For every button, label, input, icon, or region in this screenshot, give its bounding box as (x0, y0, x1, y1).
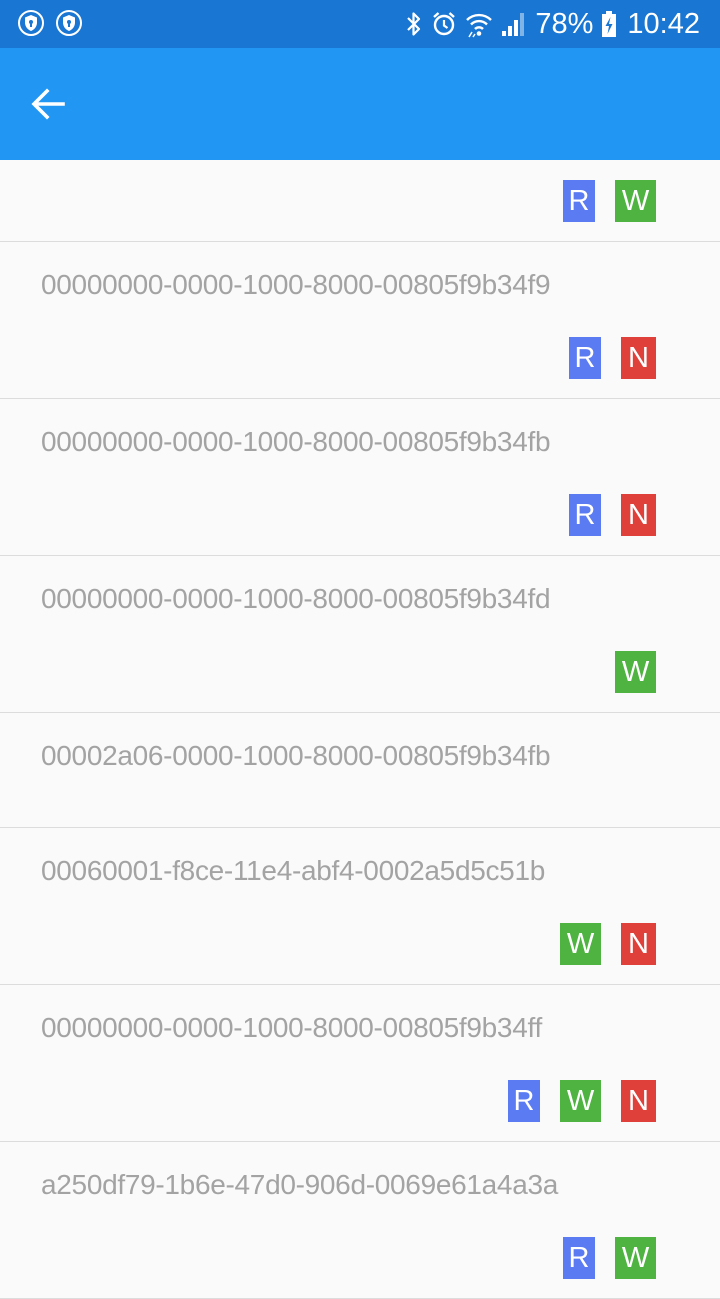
characteristic-uuid: 00060001-f8ce-11e4-abf4-0002a5d5c51b (41, 855, 546, 886)
list-item[interactable]: 00002a06-0000-1000-8000-00805f9b34fb (0, 713, 720, 828)
notify-badge: N (621, 494, 656, 536)
list-item[interactable]: 00000000-0000-1000-8000-00805f9b34ff R W N (0, 985, 720, 1142)
property-badges: RWN (508, 1080, 656, 1122)
battery-charging-icon (602, 11, 617, 37)
characteristic-uuid: 00002a06-0000-1000-8000-00805f9b34fb (41, 740, 551, 771)
read-badge: R (563, 1237, 595, 1279)
shield-icon (18, 10, 44, 36)
list-item[interactable]: RW (0, 160, 720, 242)
notify-badge: N (621, 923, 656, 965)
characteristic-uuid: 00000000-0000-1000-8000-00805f9b34fd (41, 583, 551, 614)
characteristic-list: R W 00000000-0000-1000-8000-00805f9b34f9 R N… (0, 160, 720, 1299)
wifi-icon (466, 13, 493, 38)
status-left-icons (18, 10, 82, 36)
write-badge: W (615, 1237, 656, 1279)
list-item[interactable]: 00000000-0000-1000-8000-00805f9b34f9 R N (0, 242, 720, 399)
back-button[interactable] (20, 76, 76, 132)
signal-icon (502, 13, 525, 36)
read-badge: R (563, 180, 595, 222)
property-badges: RW (563, 180, 656, 222)
property-badges: WN (560, 923, 656, 965)
read-badge: R (569, 494, 601, 536)
notify-badge: N (621, 337, 656, 379)
list-item[interactable]: 00060001-f8ce-11e4-abf4-0002a5d5c51b W N (0, 828, 720, 985)
app-bar (0, 48, 720, 160)
notify-badge: N (621, 1080, 656, 1122)
characteristic-uuid: 00000000-0000-1000-8000-00805f9b34ff (41, 1012, 542, 1043)
write-badge: W (615, 180, 656, 222)
read-badge: R (508, 1080, 540, 1122)
write-badge: W (560, 1080, 601, 1122)
property-badges: RN (569, 494, 656, 536)
list-item[interactable]: 00000000-0000-1000-8000-00805f9b34fb R N (0, 399, 720, 556)
characteristic-uuid: 00000000-0000-1000-8000-00805f9b34fb (41, 426, 551, 457)
battery-percent: 78% (535, 7, 594, 40)
characteristic-uuid: 00000000-0000-1000-8000-00805f9b34f9 (41, 269, 551, 300)
property-badges: RW (563, 1237, 656, 1279)
write-badge: W (560, 923, 601, 965)
arrow-back-icon (31, 88, 65, 120)
property-badges: RN (569, 337, 656, 379)
write-badge: W (615, 651, 656, 693)
list-item[interactable]: a250df79-1b6e-47d0-906d-0069e61a4a3a R W (0, 1142, 720, 1299)
property-badges: W (615, 651, 656, 693)
list-item[interactable]: 00000000-0000-1000-8000-00805f9b34fd W (0, 556, 720, 713)
status-bar: 78% 10:42 (0, 0, 720, 48)
status-right-icons: 78% 10:42 (405, 0, 700, 48)
characteristic-uuid: a250df79-1b6e-47d0-906d-0069e61a4a3a (41, 1169, 559, 1200)
alarm-icon (433, 12, 456, 36)
read-badge: R (569, 337, 601, 379)
bluetooth-icon (407, 12, 421, 36)
clock: 10:42 (627, 7, 700, 40)
shield-icon (56, 10, 82, 36)
